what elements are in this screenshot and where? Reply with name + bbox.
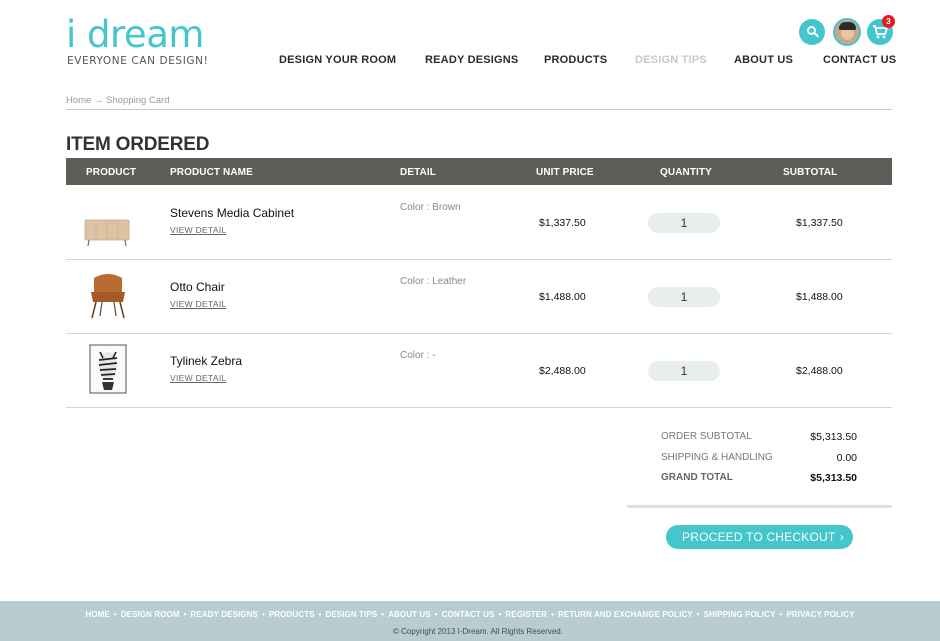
col-unit-price: UNIT PRICE xyxy=(536,167,594,178)
unit-price: $1,337.50 xyxy=(539,217,586,229)
footer-link-register[interactable]: REGISTER xyxy=(505,610,547,619)
summary-divider xyxy=(627,505,892,508)
table-row: Stevens Media Cabinet VIEW DETAIL Color … xyxy=(66,186,892,260)
footer-separator: • xyxy=(551,610,554,619)
footer-separator: • xyxy=(696,610,700,619)
footer-link-home[interactable]: HOME xyxy=(85,610,109,619)
search-icon[interactable] xyxy=(799,19,825,45)
quantity-input[interactable] xyxy=(648,213,720,233)
unit-price: $2,488.00 xyxy=(539,365,586,377)
row-subtotal: $1,488.00 xyxy=(796,291,843,303)
shipping-value: 0.00 xyxy=(836,452,857,464)
nav-about-us[interactable]: ABOUT US xyxy=(734,54,793,66)
main-nav: DESIGN YOUR ROOM READY DESIGNS PRODUCTS … xyxy=(0,54,940,68)
footer-link-products[interactable]: PRODUCTS xyxy=(269,610,315,619)
col-product-name: PRODUCT NAME xyxy=(170,167,253,178)
product-name: Tylinek Zebra xyxy=(170,354,243,368)
avatar-hair-shape xyxy=(839,22,856,30)
cabinet-thumbnail[interactable] xyxy=(84,200,132,247)
order-subtotal-value: $5,313.50 xyxy=(810,431,857,443)
breadcrumb-current: Shopping Card xyxy=(106,95,170,106)
chevron-right-icon: › xyxy=(839,530,844,544)
view-detail-link[interactable]: VIEW DETAIL xyxy=(170,299,227,309)
checkout-label: PROCEED TO CHECKOUT xyxy=(682,530,836,544)
proceed-to-checkout-button[interactable]: PROCEED TO CHECKOUT › xyxy=(666,525,853,549)
copyright-text: © Copyright 2013 I-Dream. All Rights Res… xyxy=(393,627,563,636)
footer-link-contact-us[interactable]: CONTACT US xyxy=(442,610,495,619)
product-name: Otto Chair xyxy=(170,280,225,294)
product-detail: Color : - xyxy=(400,350,436,361)
view-detail-link[interactable]: VIEW DETAIL xyxy=(170,225,227,235)
quantity-input[interactable] xyxy=(648,361,720,381)
grand-total-label: GRAND TOTAL xyxy=(661,472,733,483)
footer-separator: • xyxy=(261,610,265,619)
footer-separator: • xyxy=(183,610,187,619)
footer-link-ready-designs[interactable]: READY DESIGNS xyxy=(191,610,258,619)
footer-separator: • xyxy=(498,610,502,619)
footer: HOME • DESIGN ROOM • READY DESIGNS • PRODUCTS •… xyxy=(0,601,940,641)
breadcrumb-divider xyxy=(66,109,892,110)
unit-price: $1,488.00 xyxy=(539,291,586,303)
col-detail: DETAIL xyxy=(400,167,436,178)
footer-link-design-tips[interactable]: DESIGN TIPS xyxy=(325,610,377,619)
breadcrumb-home[interactable]: Home xyxy=(66,95,91,106)
breadcrumb: Home → Shopping Card xyxy=(66,95,170,106)
quantity-input[interactable] xyxy=(648,287,720,307)
cart-count-badge: 3 xyxy=(882,15,895,28)
footer-separator: • xyxy=(779,610,783,619)
page-title: ITEM ORDERED xyxy=(66,134,210,155)
table-header: PRODUCT PRODUCT NAME DETAIL UNIT PRICE Q… xyxy=(66,158,892,185)
col-product: PRODUCT xyxy=(86,167,137,178)
footer-link-return-policy[interactable]: RETURN AND EXCHANGE POLICY xyxy=(558,610,693,619)
footer-separator: • xyxy=(381,610,385,619)
product-detail: Color : Brown xyxy=(400,202,461,213)
footer-link-privacy-policy[interactable]: PRIVACY POLICY xyxy=(786,610,854,619)
product-detail: Color : Leather xyxy=(400,276,467,287)
nav-design-tips[interactable]: DESIGN TIPS xyxy=(635,54,707,66)
col-quantity: QUANTITY xyxy=(660,167,712,178)
footer-link-about-us[interactable]: ABOUT US xyxy=(388,610,431,619)
table-row: Otto Chair VIEW DETAIL Color : Leather $… xyxy=(66,260,892,334)
table-row: Tylinek Zebra VIEW DETAIL Color : - $2,4… xyxy=(66,334,892,408)
logo-wordmark: i dream xyxy=(66,13,204,56)
footer-separator: • xyxy=(113,610,117,619)
nav-design-your-room[interactable]: DESIGN YOUR ROOM xyxy=(279,54,396,66)
view-detail-link[interactable]: VIEW DETAIL xyxy=(170,373,227,383)
grand-total-value: $5,313.50 xyxy=(810,472,857,484)
shipping-label: SHIPPING & HANDLING xyxy=(661,452,773,463)
footer-link-shipping-policy[interactable]: SHIPPING POLICY xyxy=(704,610,776,619)
order-subtotal-label: ORDER SUBTOTAL xyxy=(661,431,752,442)
col-subtotal: SUBTOTAL xyxy=(783,167,838,178)
footer-separator: • xyxy=(318,610,322,619)
chair-thumbnail[interactable] xyxy=(84,274,132,320)
row-subtotal: $1,337.50 xyxy=(796,217,843,229)
search-handle-shape xyxy=(814,32,819,38)
footer-separator: • xyxy=(434,610,438,619)
footer-links: HOME • DESIGN ROOM • READY DESIGNS • PRODUCTS •… xyxy=(0,610,940,619)
user-avatar[interactable] xyxy=(833,18,861,46)
nav-products[interactable]: PRODUCTS xyxy=(544,54,607,66)
zebra-print-thumbnail[interactable] xyxy=(84,344,132,394)
breadcrumb-separator: → xyxy=(93,95,104,106)
footer-link-design-room[interactable]: DESIGN ROOM xyxy=(121,610,180,619)
nav-ready-designs[interactable]: READY DESIGNS xyxy=(425,54,518,66)
nav-contact-us[interactable]: CONTACT US xyxy=(823,54,896,66)
row-subtotal: $2,488.00 xyxy=(796,365,843,377)
product-name: Stevens Media Cabinet xyxy=(170,206,295,220)
